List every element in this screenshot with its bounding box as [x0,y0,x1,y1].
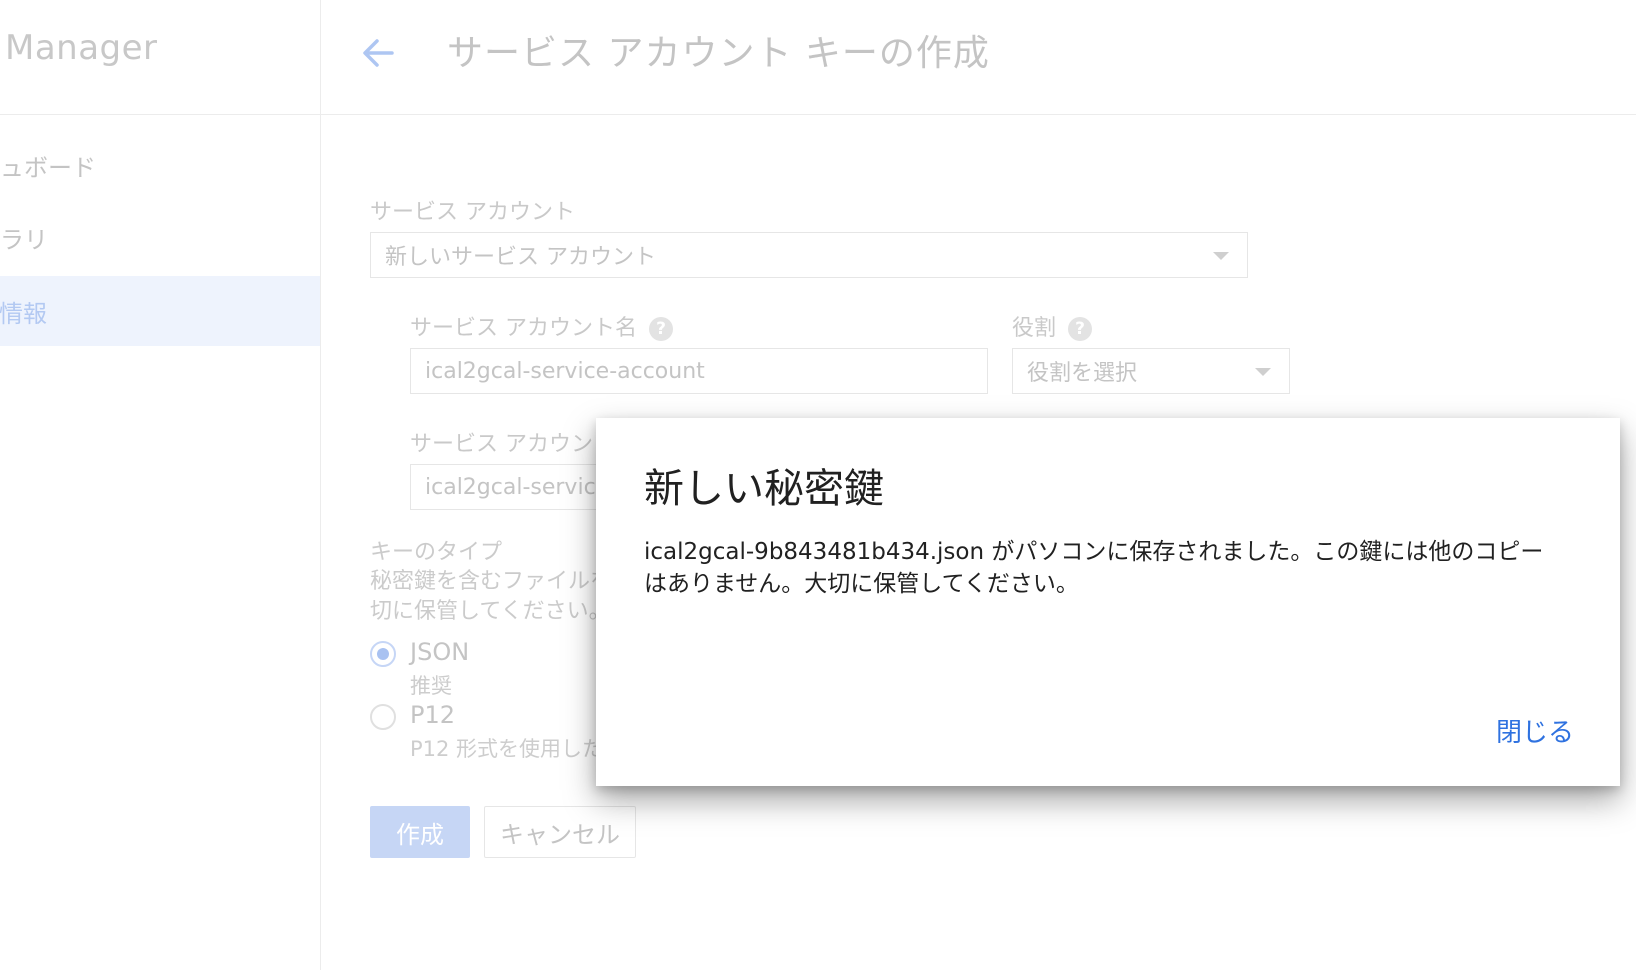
new-private-key-dialog: 新しい秘密鍵 ical2gcal-9b843481b434.json がパソコン… [596,418,1620,786]
page-title: サービス アカウント キーの作成 [447,33,990,74]
chevron-down-icon [1213,252,1229,260]
create-button[interactable]: 作成 [370,806,470,858]
role-label: 役割? [1012,310,1093,342]
radio-json-label: JSON [410,638,470,666]
role-select[interactable]: 役割を選択 [1012,348,1290,394]
radio-p12-label: P12 [410,701,456,729]
service-account-name-label: サービス アカウント名? [410,310,673,342]
service-account-name-value: ical2gcal-service-account [425,358,705,384]
service-account-label: サービス アカウント [370,200,575,225]
radio-p12-sub: P12 形式を使用した [410,737,604,761]
key-type-label: キーのタイプ [370,540,503,565]
back-arrow-icon[interactable] [361,36,395,70]
cancel-button[interactable]: キャンセル [484,806,636,858]
key-type-desc-2: 切に保管してください。 [370,599,611,624]
role-label-text: 役割 [1012,316,1057,341]
dialog-message: ical2gcal-9b843481b434.json がパソコンに保存されまし… [644,539,1544,597]
sidebar-item-library[interactable]: ブラリ [0,202,320,272]
chevron-down-icon [1255,368,1271,376]
page-header: サービス アカウント キーの作成 [321,0,1636,115]
service-account-select[interactable]: 新しいサービス アカウント [370,232,1248,278]
help-icon[interactable]: ? [1068,317,1093,341]
sidebar-item-credentials[interactable]: 情報 [0,276,320,346]
service-account-name-label-text: サービス アカウント名 [410,316,637,341]
radio-p12[interactable] [370,704,396,730]
dialog-title: 新しい秘密鍵 [644,466,884,512]
service-account-name-input[interactable]: ical2gcal-service-account [410,348,988,394]
sidebar: Manager シュボード ブラリ 情報 [0,0,321,970]
app-brand: Manager [5,28,158,68]
sidebar-item-label: 情報 [0,299,47,328]
role-placeholder: 役割を選択 [1027,361,1138,386]
help-icon[interactable]: ? [649,317,673,341]
key-type-desc-1: 秘密鍵を含むファイルを [370,569,613,594]
close-button[interactable]: 閉じる [1494,708,1576,753]
sidebar-item-dashboard[interactable]: シュボード [0,130,320,200]
service-account-id-value: ical2gcal-service [425,474,610,500]
radio-json-sub: 推奨 [410,674,452,698]
radio-json[interactable] [370,641,396,667]
sidebar-divider [0,114,320,115]
service-account-value: 新しいサービス アカウント [385,245,656,270]
service-account-id-label: サービス アカウン [410,432,593,457]
sidebar-item-label: ブラリ [0,225,48,254]
sidebar-item-label: シュボード [0,153,96,182]
